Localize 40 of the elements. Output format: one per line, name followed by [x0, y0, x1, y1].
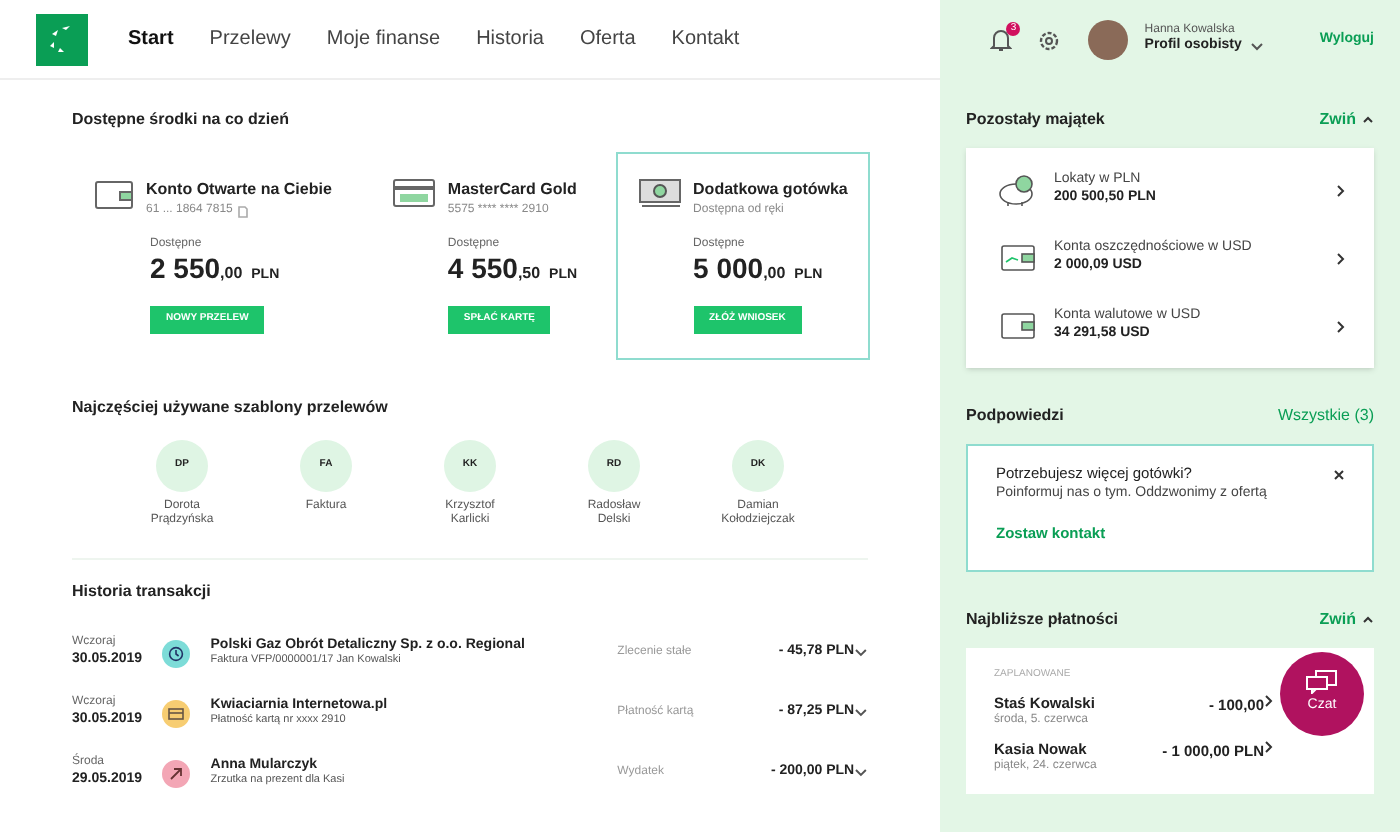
clock-icon — [162, 639, 191, 667]
nav-tab[interactable]: Kontakt — [671, 24, 740, 54]
card-icon — [391, 178, 436, 208]
section-title: Historia transakcji — [72, 579, 213, 603]
chevron-down-icon — [854, 768, 868, 778]
bank-logo-icon[interactable] — [36, 13, 88, 65]
section-title: Najczęściej używane szablony przelewów — [72, 395, 390, 419]
chevron-down-icon — [854, 708, 868, 718]
chevron-down-icon — [1249, 42, 1264, 53]
chevron-up-icon — [1362, 116, 1374, 124]
nav-tab[interactable]: Start — [128, 24, 174, 54]
chat-icon — [1306, 670, 1338, 695]
chevron-right-icon — [1336, 183, 1346, 197]
chevron-right-icon — [1264, 694, 1274, 709]
chevron-up-icon — [1362, 615, 1374, 624]
avatar — [1088, 20, 1129, 60]
chevron-right-icon — [1336, 319, 1346, 333]
bell-icon — [990, 28, 1013, 52]
section-title: Najbliższe płatności — [966, 607, 1119, 632]
account-name: MasterCard Gold — [447, 178, 577, 202]
close-icon[interactable] — [1334, 470, 1344, 480]
wallet-icon — [1000, 244, 1036, 272]
section-title: Podpowiedzi — [966, 404, 1064, 428]
chevron-down-icon — [854, 648, 868, 658]
chevron-right-icon — [1264, 740, 1274, 755]
nav-tab[interactable]: Historia — [476, 24, 544, 54]
nav-tab[interactable]: Moje finanse — [326, 24, 441, 54]
banknote-icon — [637, 178, 682, 208]
section-title: Pozostały majątek — [966, 108, 1105, 132]
section-title: Dostępne środki na co dzień — [72, 108, 291, 132]
settings-button[interactable] — [1038, 29, 1061, 51]
account-name: Konto Otwarte na Ciebie — [146, 178, 332, 202]
wallet-icon — [1000, 312, 1036, 340]
wallet-icon — [94, 178, 134, 210]
account-name: Dodatkowa gotówka — [693, 178, 848, 202]
settings-icon — [1038, 29, 1061, 51]
chevron-right-icon — [1336, 251, 1346, 265]
nav-tab[interactable]: Przelewy — [209, 24, 291, 54]
nav-tab[interactable]: Oferta — [579, 24, 636, 54]
card-icon — [162, 699, 191, 727]
